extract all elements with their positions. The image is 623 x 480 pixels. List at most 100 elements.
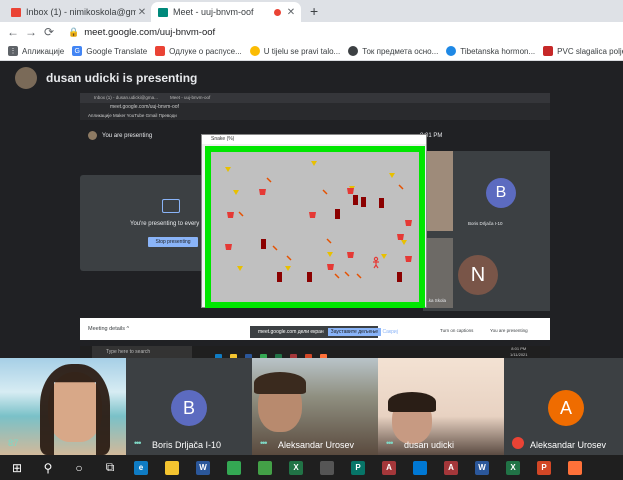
shared-avatar-b: B [486, 178, 516, 208]
edge-icon[interactable]: e [134, 460, 148, 475]
participant-audio-indicator: ••• [260, 438, 268, 448]
shared-captions: Turn on captions [440, 328, 474, 333]
present-screen-icon [162, 199, 180, 213]
shared-bookmarks: Апликације Maker YouTube Gmail Преводи [80, 112, 550, 120]
presenting-card-text: You're presenting to every [130, 221, 200, 227]
app-icon[interactable] [258, 460, 272, 475]
bookmark-translate[interactable]: G Google Translate [72, 46, 147, 56]
shared-search-box: Type here to search [92, 346, 192, 358]
document-icon [155, 46, 166, 56]
translate-icon: G [72, 46, 83, 56]
word-icon[interactable]: W [196, 460, 210, 475]
app2-icon[interactable] [413, 460, 427, 475]
bookmark-apps[interactable]: ⋮ Апликације [8, 46, 64, 56]
apps-grid-icon: ⋮ [8, 46, 18, 56]
avatar: A [548, 390, 584, 426]
close-icon[interactable]: ✕ [136, 7, 148, 18]
excel-icon[interactable]: X [289, 460, 303, 475]
participant-name: dusan udicki [404, 440, 455, 450]
shared-tab-gmail: Inbox (1) - dusan.udicki@gma... [94, 95, 158, 100]
reload-icon[interactable]: ⟳ [40, 25, 58, 39]
shared-tab-strip: Inbox (1) - dusan.udicki@gma... Meet - u… [80, 93, 550, 103]
shared-tile-name: Boris Drljača I-10 [468, 221, 503, 226]
stop-presenting-button: Stop presenting [148, 237, 198, 247]
presenting-card: You're presenting to every Stop presenti… [80, 175, 205, 271]
participant-strip: 8:7 B ••• Boris Drljača I-10 ••• Aleksan… [0, 358, 623, 455]
meet-icon [158, 7, 168, 17]
publisher-icon[interactable]: P [351, 460, 365, 475]
address-bar[interactable]: meet.google.com/uuj-bnvm-oof [84, 27, 215, 38]
calculator-icon[interactable] [320, 460, 334, 475]
chrome-icon[interactable] [227, 460, 241, 475]
participant-audio-indicator: ••• [386, 438, 394, 448]
shared-tab-meet: Meet - uuj-bnvm-oof [170, 95, 211, 100]
bookmark-tok[interactable]: Ток предмета осно... [348, 46, 438, 56]
bookmark-tijelu[interactable]: U tijelu se pravi talo... [249, 46, 340, 56]
game-sprites [225, 161, 412, 282]
access2-icon[interactable]: A [444, 460, 458, 475]
mic-off-icon [512, 437, 524, 449]
shared-avatar-n: N [458, 255, 498, 295]
back-icon[interactable]: ← [4, 25, 22, 39]
globe-icon [446, 46, 457, 56]
shared-screen: Inbox (1) - dusan.udicki@gma... Meet - u… [80, 93, 550, 358]
participant-tile[interactable]: A Aleksandar Urosev [504, 358, 623, 455]
shared-taskbar-icons [215, 348, 415, 358]
bookmark-tibetanska[interactable]: Tibetanska hormon... [446, 46, 535, 56]
word2-icon[interactable]: W [475, 460, 489, 475]
participant-tile[interactable]: 8:7 [0, 358, 126, 455]
participant-name: Aleksandar Urosev [278, 440, 355, 450]
avatar: B [171, 390, 207, 426]
recording-icon [274, 8, 281, 16]
browser-tab-strip: Inbox (1) - nimikoskola@gmail.c ✕ Meet -… [0, 0, 623, 22]
github-icon [348, 46, 359, 56]
file-explorer-icon[interactable] [165, 460, 179, 475]
forward-icon[interactable]: → [22, 25, 40, 39]
address-toolbar: ← → ⟳ 🔒 meet.google.com/uuj-bnvm-oof [0, 22, 623, 42]
presenter-title: dusan udicki is presenting [46, 71, 198, 85]
participant-tile[interactable]: ••• dusan udicki [378, 358, 504, 455]
powerpoint-icon[interactable]: P [537, 460, 551, 475]
sharing-pill-text: meet.google.com дели екран [258, 329, 324, 335]
new-tab-button[interactable]: + [310, 3, 318, 19]
tab-gmail[interactable]: Inbox (1) - nimikoskola@gmail.c ✕ [4, 2, 152, 22]
search-icon[interactable]: ⚲ [41, 461, 55, 475]
shared-presenting: You are presenting [490, 328, 528, 333]
firefox-icon[interactable] [568, 460, 582, 475]
shared-clock: 8:01 PM 1/11/2021 [510, 346, 528, 357]
player-sprite [373, 256, 379, 269]
emoji-icon [249, 46, 260, 56]
task-view-icon[interactable]: ⧉ [103, 460, 117, 475]
start-icon[interactable]: ⊞ [10, 461, 24, 475]
lock-icon[interactable]: 🔒 [68, 27, 79, 38]
screen: { "browser": { "tabs": [ {"label": "Inbo… [0, 0, 623, 480]
shared-avatar [88, 131, 97, 140]
participant-hair [254, 372, 306, 394]
shared-video-tile [423, 151, 453, 231]
food-items [225, 161, 407, 271]
shared-you-are-presenting: You are presenting [102, 133, 153, 139]
participant-name: Aleksandar Urosev [530, 440, 607, 450]
close-icon[interactable]: ✕ [285, 7, 297, 18]
bookmark-pvc[interactable]: PVC slagalica polje... [543, 46, 623, 56]
participant-tile[interactable]: ••• Aleksandar Urosev [252, 358, 378, 455]
bookmark-odluke[interactable]: Одлуке о распусе... [155, 46, 242, 56]
excel2-icon[interactable]: X [506, 460, 520, 475]
participant-audio-indicator: ••• [134, 438, 142, 448]
participant-tile[interactable]: B ••• Boris Drljača I-10 [126, 358, 252, 455]
presenter-avatar [15, 67, 37, 89]
sharing-pill-hide: Сакриј [382, 329, 398, 335]
cortana-icon[interactable]: ○ [72, 461, 86, 475]
participant-audio-indicator: 8:7 [8, 438, 18, 448]
shared-meeting-details: Meeting details ^ [88, 326, 130, 332]
bookmarks-bar: ⋮ Апликације G Google Translate Одлуке о р… [0, 42, 623, 61]
tab-meet[interactable]: Meet - uuj-bnvm-oof ✕ [151, 2, 301, 22]
windows-taskbar: ⊞ ⚲ ○ ⧉ e W X P A A W X P [0, 455, 623, 480]
gmail-icon [11, 7, 21, 17]
puzzle-icon [543, 46, 554, 56]
access-icon[interactable]: A [382, 460, 396, 475]
game-field [205, 146, 425, 308]
sharing-pill-stop: Зауставите дељење [327, 328, 382, 336]
shared-address-bar: meet.google.com/uuj-bnvm-oof [80, 103, 550, 112]
game-window: Snake (%) [201, 134, 427, 308]
